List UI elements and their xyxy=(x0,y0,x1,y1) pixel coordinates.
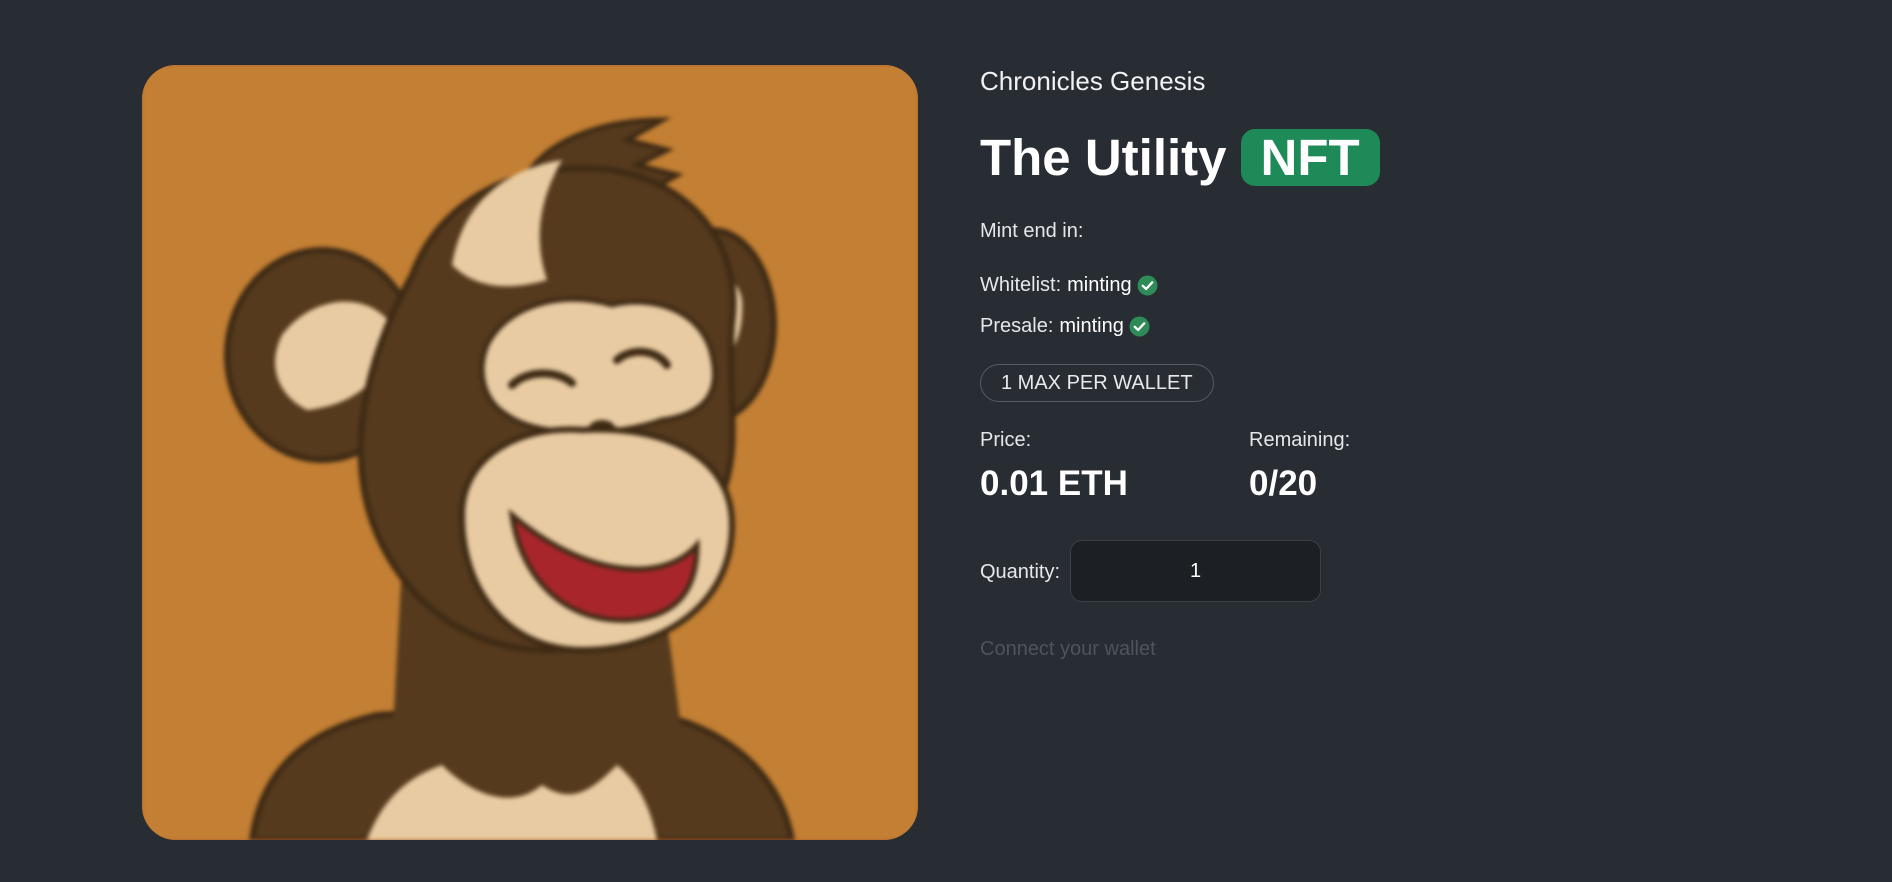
presale-label: Presale: xyxy=(980,315,1054,337)
price-label: Price: xyxy=(980,429,1032,451)
connect-wallet-link[interactable]: Connect your wallet xyxy=(980,638,1156,661)
presale-status: Presale: minting xyxy=(980,315,1150,338)
mint-end-label: Mint end in: xyxy=(980,220,1084,242)
collection-name: Chronicles Genesis xyxy=(980,66,1206,96)
remaining-value: 0/20 xyxy=(1249,464,1318,503)
title-text: The Utility xyxy=(980,129,1227,186)
max-per-wallet-badge: 1 MAX PER WALLET xyxy=(980,364,1214,402)
nft-artwork xyxy=(142,65,918,840)
check-circle-icon xyxy=(1137,275,1158,296)
page-title: The Utility NFT xyxy=(980,128,1380,187)
price-stat: Price: 0.01 ETH xyxy=(980,429,1128,504)
presale-status-value: minting xyxy=(1059,315,1124,337)
whitelist-status: Whitelist: minting xyxy=(980,274,1158,297)
whitelist-status-value: minting xyxy=(1067,274,1132,296)
price-value: 0.01 ETH xyxy=(980,464,1128,503)
check-circle-icon xyxy=(1129,316,1150,337)
nft-badge: NFT xyxy=(1240,129,1380,186)
remaining-stat: Remaining: 0/20 xyxy=(1249,429,1350,504)
remaining-label: Remaining: xyxy=(1249,429,1351,451)
quantity-input[interactable] xyxy=(1070,540,1321,602)
monkey-illustration xyxy=(142,65,918,840)
whitelist-label: Whitelist: xyxy=(980,274,1062,296)
quantity-label: Quantity: xyxy=(980,561,1061,583)
